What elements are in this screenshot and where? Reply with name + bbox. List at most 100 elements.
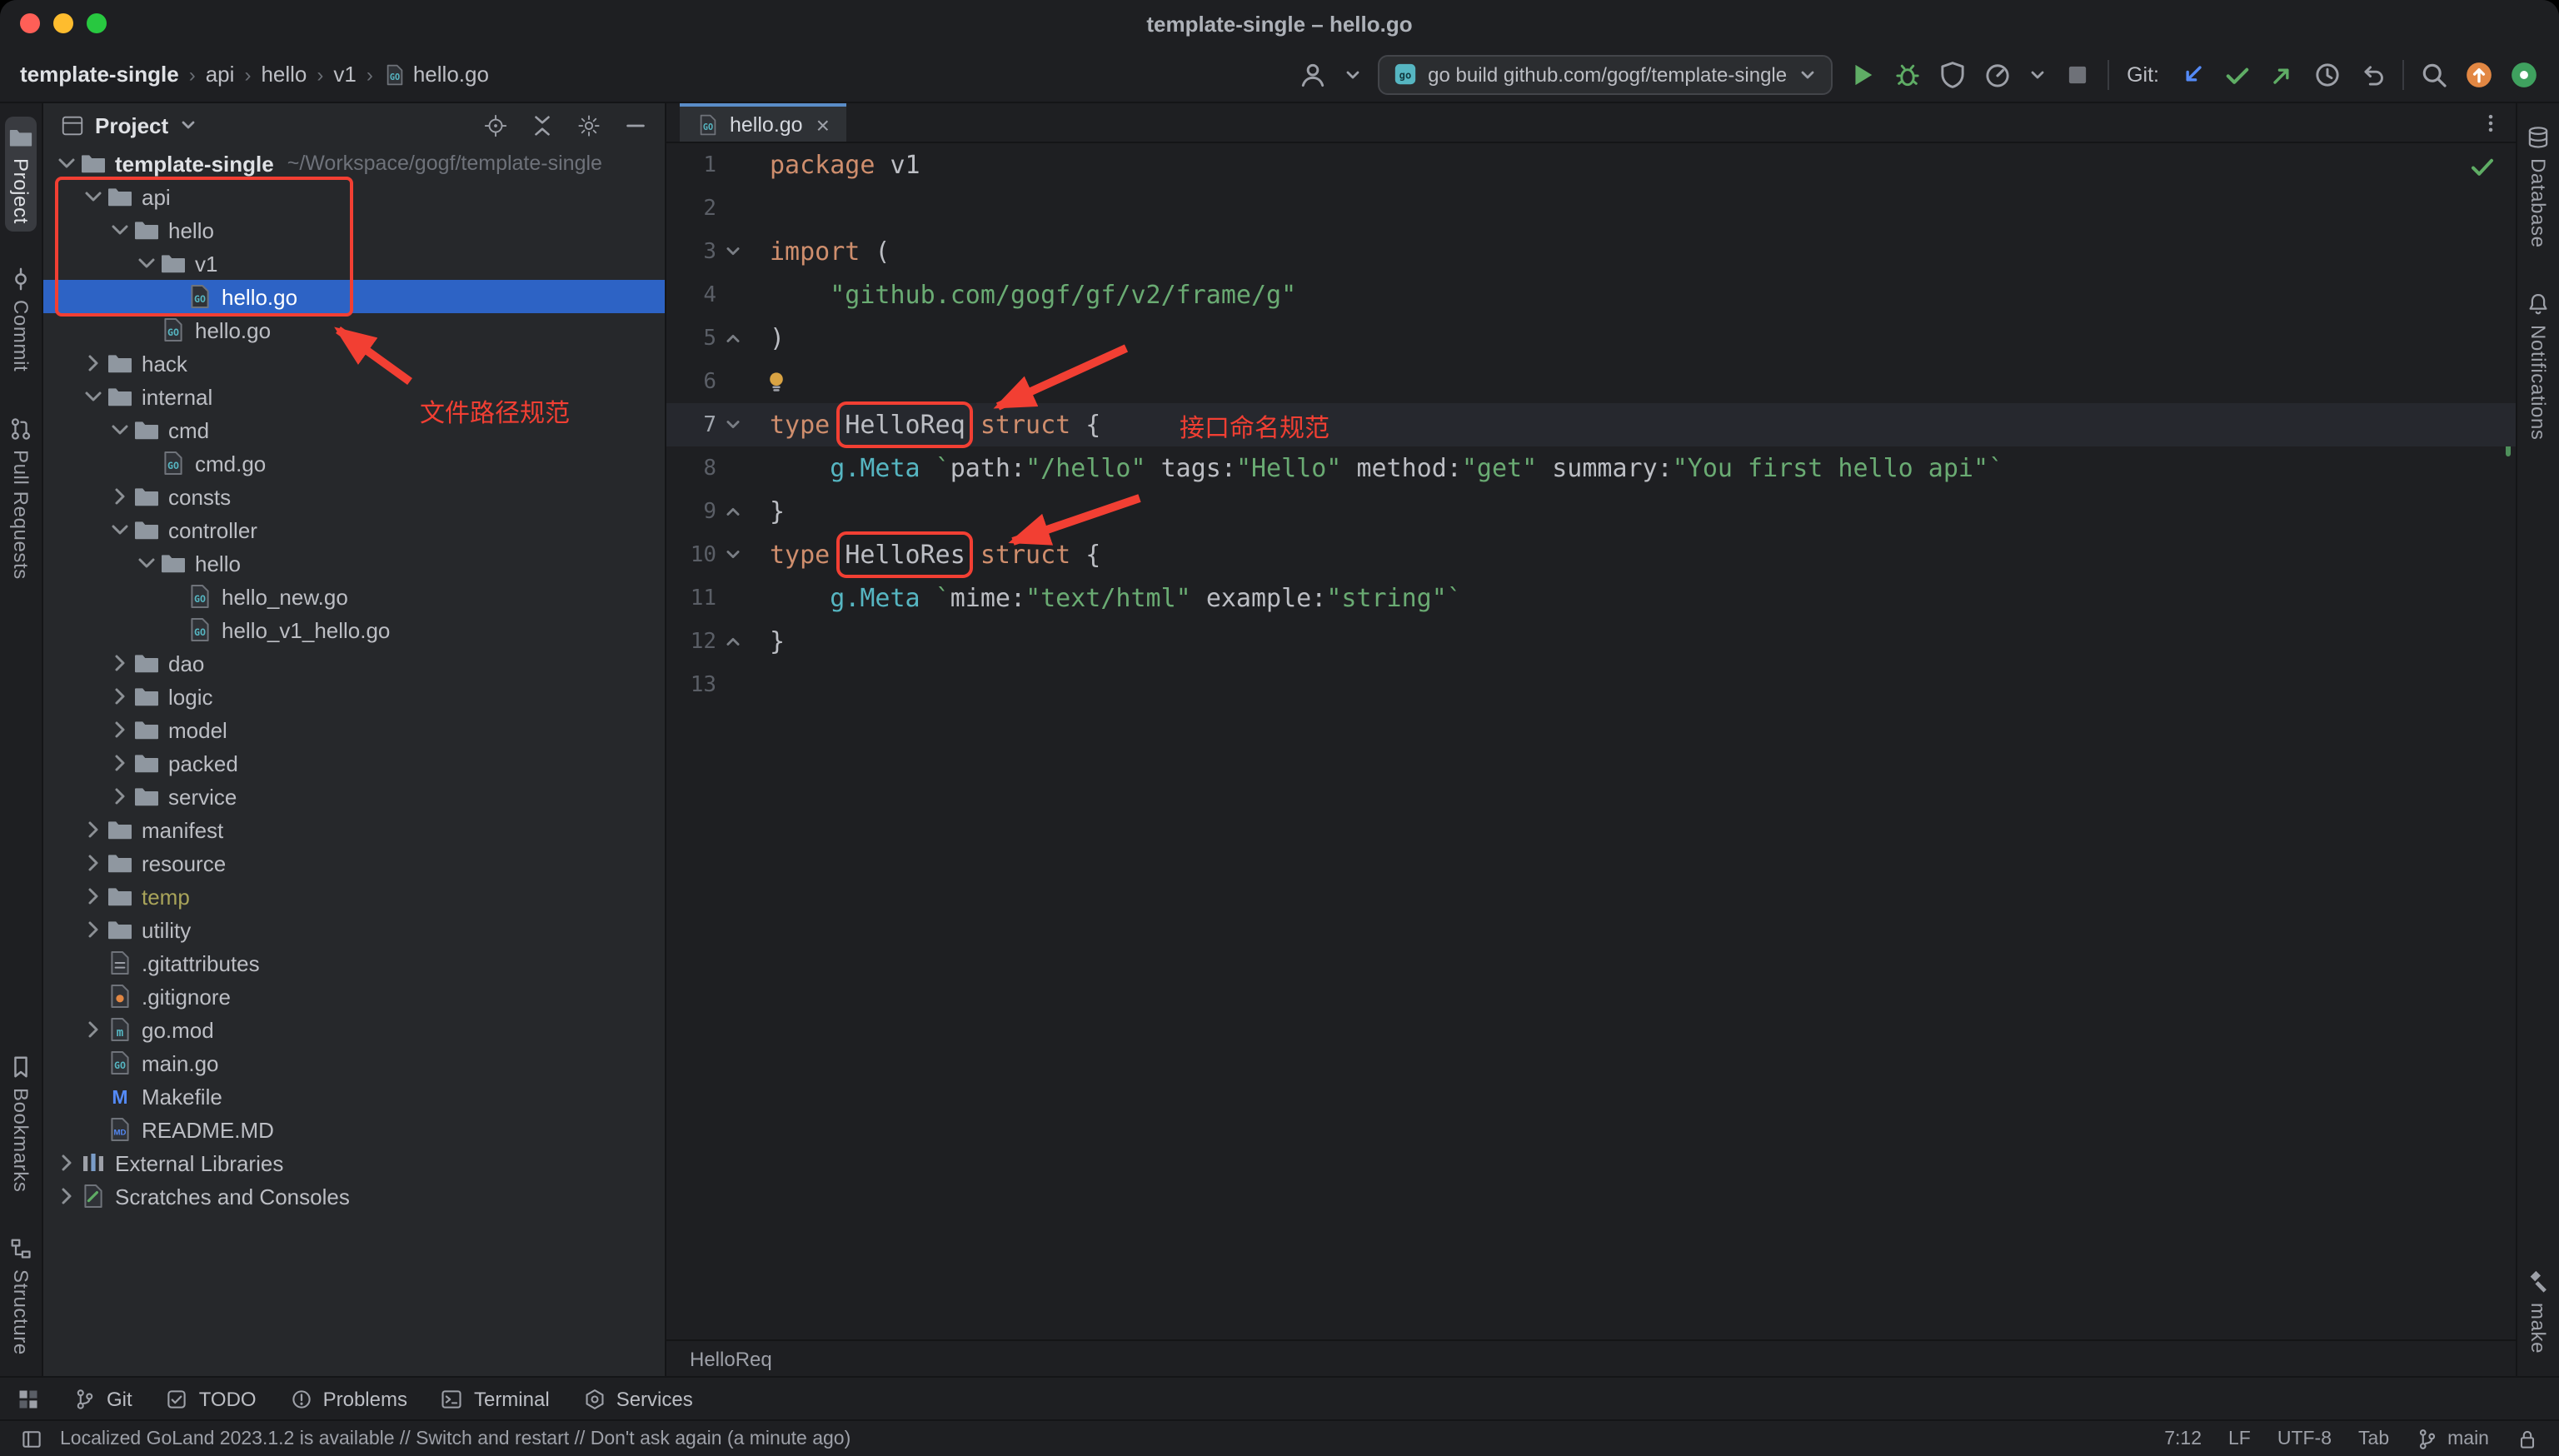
tab-hello-go[interactable]: GO hello.go × — [680, 103, 846, 142]
toolwindow-button-problems[interactable]: Problems — [290, 1387, 407, 1410]
caret-position[interactable]: 7:12 — [2164, 1429, 2202, 1449]
breadcrumb-item-hello-go[interactable]: GOhello.go — [383, 62, 489, 87]
fold-marker-icon[interactable] — [716, 630, 750, 653]
chevron-collapsed-icon[interactable] — [80, 1016, 107, 1043]
code-line-12[interactable]: 12} — [666, 620, 2516, 663]
fold-marker-icon[interactable] — [716, 413, 750, 436]
tree-item-service[interactable]: service — [43, 780, 665, 813]
tree-item-hello-go[interactable]: GOhello.go — [43, 280, 665, 313]
toolwindow-button-notifications[interactable]: Notifications — [2522, 283, 2554, 449]
tree-item-template-single[interactable]: template-single~/Workspace/gogf/template… — [43, 147, 665, 180]
toolwindow-button-bookmarks[interactable]: Bookmarks — [5, 1046, 37, 1200]
tree-item-hello-go[interactable]: GOhello.go — [43, 313, 665, 347]
toolwindow-button-make[interactable]: make — [2522, 1262, 2554, 1363]
indent-style[interactable]: Tab — [2358, 1429, 2389, 1449]
editor[interactable]: 1package v123import (4 "github.com/gogf/… — [666, 143, 2516, 1339]
history-button[interactable] — [2312, 59, 2342, 89]
tree-item-hack[interactable]: hack — [43, 347, 665, 380]
breadcrumb-item-v1[interactable]: v1 — [333, 62, 356, 87]
toolwindow-button-structure[interactable]: Structure — [5, 1227, 37, 1363]
chevron-collapsed-icon[interactable] — [80, 850, 107, 876]
tree-item-readme-md[interactable]: MDREADME.MD — [43, 1113, 665, 1146]
chevron-collapsed-icon[interactable] — [107, 683, 133, 710]
tree-item-logic[interactable]: logic — [43, 680, 665, 713]
push-button[interactable] — [2267, 59, 2297, 89]
tree-item-v1[interactable]: v1 — [43, 247, 665, 280]
tree-item-manifest[interactable]: manifest — [43, 813, 665, 846]
breadcrumb-item-template-single[interactable]: template-single — [20, 62, 179, 87]
close-icon[interactable]: × — [816, 112, 830, 136]
chevron-collapsed-icon[interactable] — [107, 716, 133, 743]
tree-item-consts[interactable]: consts — [43, 480, 665, 513]
chevron-collapsed-icon[interactable] — [107, 650, 133, 676]
fold-marker-icon[interactable] — [716, 543, 750, 566]
toolwindow-button-pull-requests[interactable]: Pull Requests — [5, 407, 37, 587]
tree-item-makefile[interactable]: MMakefile — [43, 1080, 665, 1113]
tree-item-gitignore[interactable]: .gitignore — [43, 980, 665, 1013]
code-line-7[interactable]: 7type HelloReq struct {接口命名规范 — [666, 403, 2516, 446]
rollback-button[interactable] — [2357, 59, 2387, 89]
locate-icon[interactable] — [483, 112, 508, 137]
code-line-8[interactable]: 8 g.Meta `path:"/hello" tags:"Hello" met… — [666, 446, 2516, 490]
code-line-13[interactable]: 13 — [666, 663, 2516, 706]
line-separator[interactable]: LF — [2228, 1429, 2251, 1449]
tree-item-internal[interactable]: internal — [43, 380, 665, 413]
tree-item-temp[interactable]: temp — [43, 880, 665, 913]
tree-item-utility[interactable]: utility — [43, 913, 665, 946]
tree-item-hello-v1-hello-go[interactable]: GOhello_v1_hello.go — [43, 613, 665, 646]
tree-item-scratches-and-consoles[interactable]: Scratches and Consoles — [43, 1179, 665, 1213]
chevron-expanded-icon[interactable] — [133, 550, 160, 576]
code-line-3[interactable]: 3import ( — [666, 230, 2516, 273]
tree-item-gitattributes[interactable]: .gitattributes — [43, 946, 665, 980]
tree-item-hello-new-go[interactable]: GOhello_new.go — [43, 580, 665, 613]
lock-icon[interactable] — [2516, 1427, 2539, 1450]
chevron-expanded-icon[interactable] — [107, 416, 133, 443]
chevron-down-icon[interactable] — [1343, 64, 1363, 84]
close-button[interactable] — [20, 13, 40, 33]
run-button[interactable] — [1847, 59, 1877, 89]
tree-item-main-go[interactable]: GOmain.go — [43, 1046, 665, 1080]
tree-item-resource[interactable]: resource — [43, 846, 665, 880]
update-project-button[interactable] — [2177, 59, 2207, 89]
intention-bulb-icon[interactable] — [763, 368, 790, 395]
project-panel-title[interactable]: Project — [95, 112, 168, 137]
panel-toggle-icon[interactable] — [20, 1427, 43, 1450]
toolwindow-button-project[interactable]: Project — [5, 117, 37, 232]
update-available-icon[interactable] — [2464, 59, 2494, 89]
code-line-5[interactable]: 5) — [666, 317, 2516, 360]
fold-marker-icon[interactable] — [716, 327, 750, 350]
profiler-button[interactable] — [1982, 59, 2012, 89]
plugin-update-icon[interactable] — [2509, 59, 2539, 89]
git-branch-widget[interactable]: main — [2416, 1427, 2489, 1450]
toolwindow-button-database[interactable]: Database — [2522, 117, 2554, 257]
coverage-button[interactable] — [1937, 59, 1967, 89]
editor-breadcrumb[interactable]: HelloReq — [690, 1347, 772, 1370]
chevron-down-icon[interactable] — [2027, 64, 2047, 84]
chevron-collapsed-icon[interactable] — [80, 883, 107, 910]
chevron-down-icon[interactable] — [178, 115, 198, 135]
tree-item-go-mod[interactable]: mgo.mod — [43, 1013, 665, 1046]
breadcrumb-item-hello[interactable]: hello — [261, 62, 307, 87]
collapse-all-icon[interactable] — [530, 112, 555, 137]
user-menu-icon[interactable] — [1298, 59, 1328, 89]
more-options-icon[interactable] — [2479, 111, 2502, 134]
chevron-expanded-icon[interactable] — [107, 217, 133, 243]
minimize-button[interactable] — [53, 13, 73, 33]
tree-item-dao[interactable]: dao — [43, 646, 665, 680]
chevron-collapsed-icon[interactable] — [107, 783, 133, 810]
tree-item-cmd-go[interactable]: GOcmd.go — [43, 446, 665, 480]
commit-button[interactable] — [2222, 59, 2252, 89]
search-icon[interactable] — [2419, 59, 2449, 89]
code-line-1[interactable]: 1package v1 — [666, 143, 2516, 187]
chevron-collapsed-icon[interactable] — [53, 1183, 80, 1209]
chevron-collapsed-icon[interactable] — [80, 916, 107, 943]
code-line-10[interactable]: 10type HelloRes struct { — [666, 533, 2516, 576]
tree-item-controller[interactable]: controller — [43, 513, 665, 546]
chevron-expanded-icon[interactable] — [80, 183, 107, 210]
chevron-expanded-icon[interactable] — [80, 383, 107, 410]
tool-windows-icon[interactable] — [17, 1387, 40, 1410]
chevron-collapsed-icon[interactable] — [107, 750, 133, 776]
toolwindow-button-todo[interactable]: TODO — [166, 1387, 257, 1410]
status-message[interactable]: Localized GoLand 2023.1.2 is available /… — [60, 1429, 851, 1449]
tree-item-hello[interactable]: hello — [43, 213, 665, 247]
